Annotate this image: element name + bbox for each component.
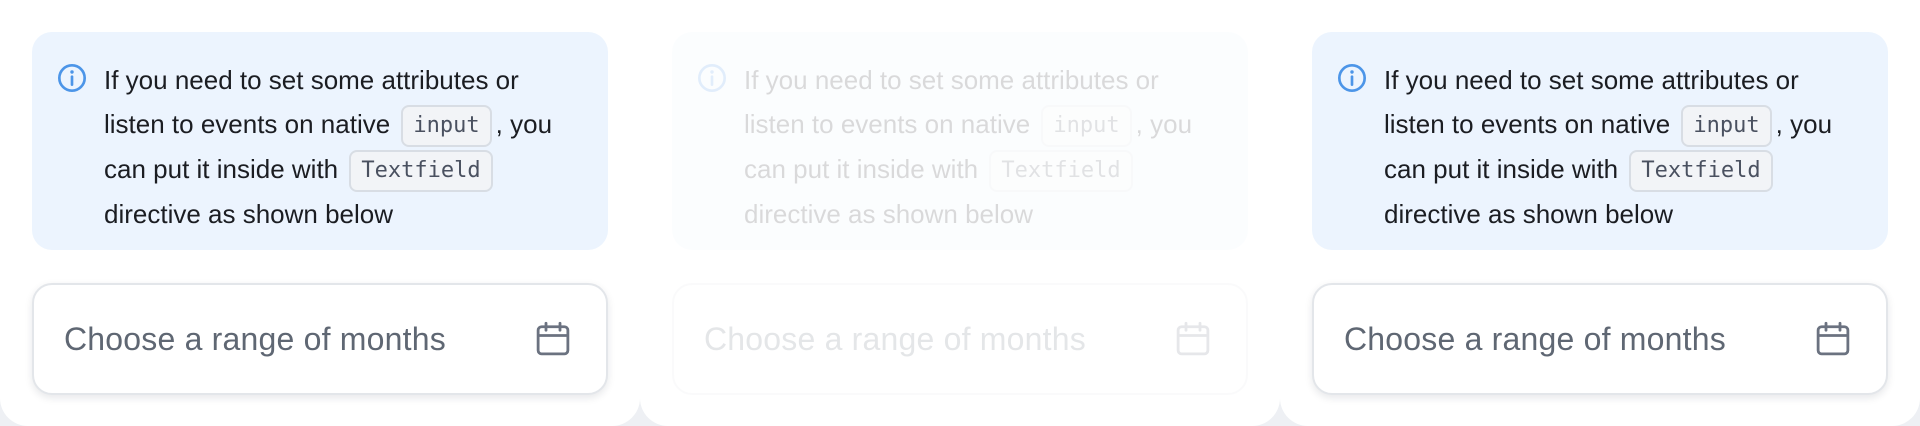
code-input: input xyxy=(1041,105,1132,148)
notice-text: If you need to set some attributes or li… xyxy=(104,58,584,230)
calendar-button[interactable] xyxy=(1810,316,1856,362)
info-icon xyxy=(698,64,726,92)
info-notice: If you need to set some attributes or li… xyxy=(1312,32,1888,250)
calendar-icon xyxy=(1176,321,1210,356)
code-textfield: Textfield xyxy=(1629,150,1773,193)
month-range-placeholder: Choose a range of months xyxy=(1344,320,1726,357)
info-icon xyxy=(58,64,86,92)
calendar-icon xyxy=(536,321,570,356)
demo-panel-middle: If you need to set some attributes or li… xyxy=(640,0,1280,426)
month-range-input[interactable]: Choose a range of months xyxy=(1312,283,1888,395)
calendar-button[interactable] xyxy=(530,316,576,362)
code-textfield: Textfield xyxy=(349,150,493,193)
calendar-icon xyxy=(1816,321,1850,356)
notice-text: If you need to set some attributes or li… xyxy=(744,58,1224,230)
month-range-placeholder: Choose a range of months xyxy=(64,320,446,357)
code-input: input xyxy=(401,105,492,148)
demo-panel-right: If you need to set some attributes or li… xyxy=(1280,0,1920,426)
month-range-placeholder: Choose a range of months xyxy=(704,320,1086,357)
code-input: input xyxy=(1681,105,1772,148)
notice-line-3: directive as shown below xyxy=(1384,199,1674,230)
screenshot-stage: If you need to set some attributes or li… xyxy=(0,0,1920,426)
info-notice: If you need to set some attributes or li… xyxy=(672,32,1248,250)
month-range-input[interactable]: Choose a range of months xyxy=(672,283,1248,395)
notice-line-3: directive as shown below xyxy=(744,199,1034,230)
demo-panel-left: If you need to set some attributes or li… xyxy=(0,0,640,426)
info-icon xyxy=(1338,64,1366,92)
notice-text: If you need to set some attributes or li… xyxy=(1384,58,1864,230)
month-range-input[interactable]: Choose a range of months xyxy=(32,283,608,395)
calendar-button[interactable] xyxy=(1170,316,1216,362)
code-textfield: Textfield xyxy=(989,150,1133,193)
info-notice: If you need to set some attributes or li… xyxy=(32,32,608,250)
notice-line-3: directive as shown below xyxy=(104,199,394,230)
